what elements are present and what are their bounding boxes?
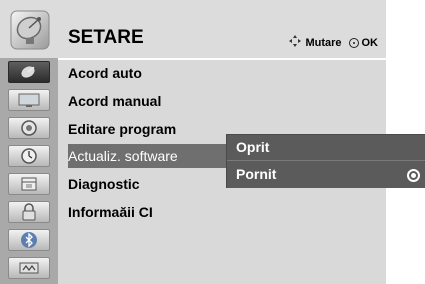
menu-item-auto-tuning[interactable]: Acord auto bbox=[68, 62, 142, 84]
sidebar-item-picture[interactable] bbox=[8, 89, 50, 111]
menu-item-software-update[interactable]: Actualiz. software bbox=[68, 145, 178, 167]
ok-button-icon bbox=[348, 37, 359, 48]
arrows-icon bbox=[288, 34, 302, 51]
bluetooth-icon bbox=[20, 231, 38, 249]
tv-picture-icon bbox=[17, 92, 41, 108]
option-off[interactable]: Oprit bbox=[227, 135, 425, 161]
clock-icon bbox=[20, 147, 38, 165]
software-update-submenu: Oprit Pornit bbox=[226, 134, 425, 188]
sidebar-item-audio[interactable] bbox=[8, 117, 50, 139]
option-on[interactable]: Pornit bbox=[227, 162, 425, 188]
menu-item-program-edit[interactable]: Editare program bbox=[68, 118, 176, 140]
ok-hint-label: OK bbox=[361, 36, 379, 49]
satellite-dish-icon bbox=[19, 64, 39, 80]
menu-item-diagnostics[interactable]: Diagnostic bbox=[68, 173, 140, 195]
sidebar-item-lock[interactable] bbox=[8, 201, 50, 223]
menu-item-ci-information[interactable]: Informaăii CI bbox=[68, 201, 153, 223]
menu-item-manual-tuning[interactable]: Acord manual bbox=[68, 90, 161, 112]
sidebar-item-usb[interactable] bbox=[8, 257, 50, 279]
category-sidebar bbox=[0, 58, 58, 284]
lock-icon bbox=[21, 203, 37, 221]
sidebar-item-option[interactable] bbox=[8, 173, 50, 195]
satellite-dish-icon bbox=[10, 10, 50, 50]
sidebar-item-setup[interactable] bbox=[8, 61, 50, 83]
option-off-label: Oprit bbox=[236, 139, 270, 155]
radio-selected-icon bbox=[407, 169, 420, 182]
speaker-icon bbox=[20, 119, 38, 137]
navigation-hint: Mutare OK bbox=[288, 34, 378, 51]
option-on-label: Pornit bbox=[236, 166, 277, 182]
move-hint-label: Mutare bbox=[305, 36, 342, 49]
panel-header: SETARE Mutare OK bbox=[0, 0, 386, 60]
calendar-icon bbox=[20, 176, 38, 192]
sidebar-item-time[interactable] bbox=[8, 145, 50, 167]
sidebar-item-bluetooth[interactable] bbox=[8, 229, 50, 251]
page-title: SETARE bbox=[68, 27, 144, 48]
usb-icon bbox=[17, 260, 41, 276]
